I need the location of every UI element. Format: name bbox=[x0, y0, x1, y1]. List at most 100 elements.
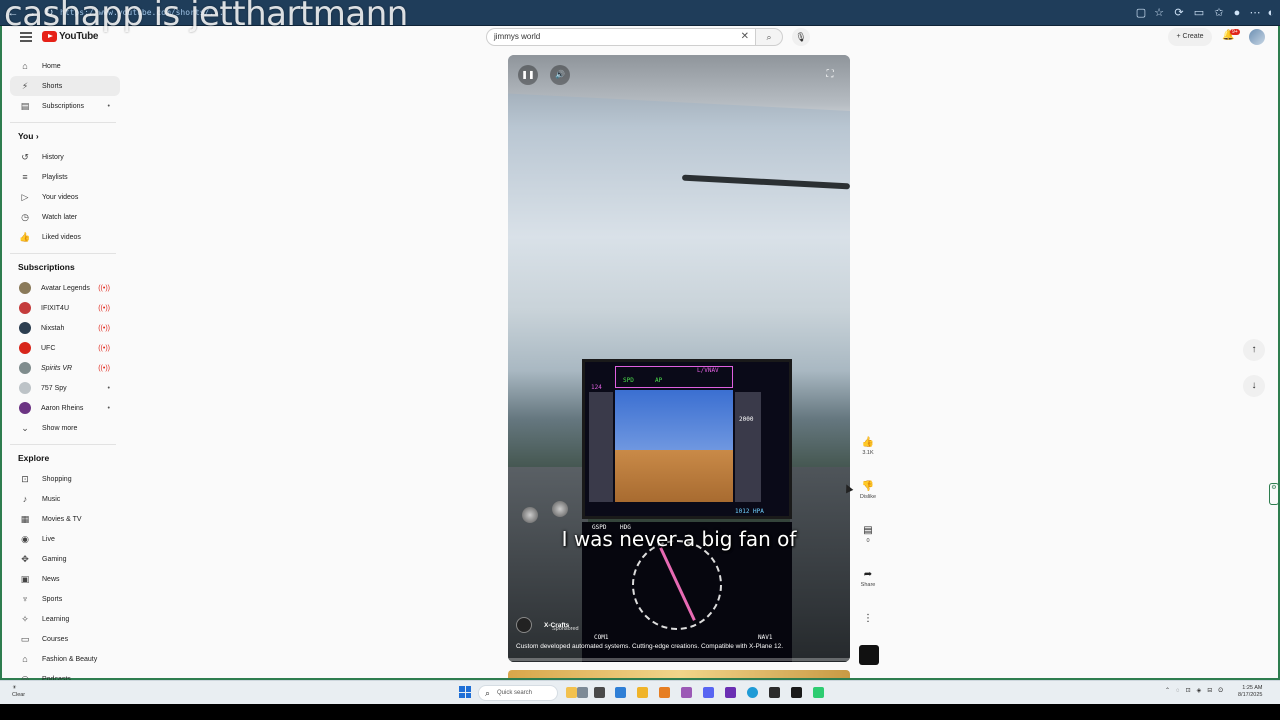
pause-icon[interactable]: ❚❚ bbox=[518, 65, 538, 85]
search-icon[interactable]: ⌕ bbox=[755, 28, 783, 46]
sidebar-item-news[interactable]: ▣ News bbox=[10, 569, 120, 589]
back-icon[interactable]: ← bbox=[6, 6, 20, 20]
more-options-button[interactable]: ⋮ bbox=[857, 612, 879, 626]
sidebar-item-music[interactable]: ♪ Music bbox=[10, 489, 120, 509]
split-icon[interactable]: ▭ bbox=[1192, 6, 1206, 20]
screen: ← → ↻ https://www.youtube.com/shorts/...… bbox=[0, 0, 1280, 720]
shorts-video-player[interactable]: L/VNAV SPD AP 124 2000 1012 HPA GSPD HDG… bbox=[508, 55, 850, 662]
arrow-down-icon: ↓ bbox=[1251, 380, 1257, 391]
weather-widget[interactable]: ☀ Clear bbox=[12, 685, 25, 699]
microphone-icon[interactable]: 🎙 bbox=[792, 28, 810, 46]
comments-count: 0 bbox=[866, 538, 870, 544]
sidebar-item-shopping[interactable]: ⊡ Shopping bbox=[10, 469, 120, 489]
sidebar-item-courses[interactable]: ▭ Courses bbox=[10, 629, 120, 649]
profile-icon[interactable]: ● bbox=[1230, 6, 1244, 20]
app-icon[interactable] bbox=[725, 687, 736, 698]
sidebar-item-fashion[interactable]: ⌂ Fashion & Beauty bbox=[10, 649, 120, 669]
channel-row[interactable]: X-Crafts Sponsored bbox=[516, 617, 579, 633]
sidebar-item-watch-later[interactable]: ◷ Watch later bbox=[10, 207, 120, 227]
sidebar-channel[interactable]: Avatar Legends ((•)) bbox=[10, 278, 120, 298]
you-section-title[interactable]: You › bbox=[18, 131, 120, 143]
widgets-icon[interactable] bbox=[566, 687, 577, 698]
edge-icon[interactable] bbox=[747, 687, 758, 698]
sidebar-item-shorts[interactable]: ⚡ Shorts bbox=[10, 76, 120, 96]
sidebar-channel[interactable]: Nixstah ((•)) bbox=[10, 318, 120, 338]
sidebar-channel[interactable]: 757 Spy • bbox=[10, 378, 120, 398]
sound-thumbnail[interactable] bbox=[859, 645, 879, 665]
like-button[interactable]: 👍 3.1K bbox=[857, 436, 879, 456]
forward-icon[interactable]: → bbox=[24, 6, 38, 20]
system-tray[interactable]: ⌃◌⊡◈⊟ʘ bbox=[1165, 687, 1229, 694]
home-icon: ⌂ bbox=[22, 61, 28, 71]
sidebar: ⌂ Home ⚡ Shorts ▤ Subscriptions • You › … bbox=[10, 56, 120, 689]
sidebar-item-history[interactable]: ↺ History bbox=[10, 147, 120, 167]
refresh-icon[interactable]: ⟳ bbox=[1172, 6, 1186, 20]
file-explorer-icon[interactable] bbox=[637, 687, 648, 698]
menu-icon[interactable] bbox=[20, 32, 32, 42]
gamepad-icon: ✥ bbox=[21, 553, 29, 564]
shorts-icon: ⚡ bbox=[21, 80, 29, 91]
volume-icon[interactable]: 🔊 bbox=[550, 65, 570, 85]
star-icon[interactable]: ☆ bbox=[1152, 6, 1166, 20]
sidebar-item-your-videos[interactable]: ▷ Your videos bbox=[10, 187, 120, 207]
extension-icon[interactable]: ▢ bbox=[1134, 6, 1148, 20]
copilot-icon[interactable]: ◐ bbox=[1264, 6, 1278, 20]
clear-icon[interactable]: ✕ bbox=[741, 31, 749, 42]
terminal-icon[interactable] bbox=[594, 687, 605, 698]
sidebar-item-gaming[interactable]: ✥ Gaming bbox=[10, 549, 120, 569]
video-caption-overlay: I was never a big fan of bbox=[561, 527, 797, 551]
more-icon[interactable]: ⋯ bbox=[1248, 6, 1262, 20]
taskbar-clock[interactable]: 1:25 AM 8/17/2025 bbox=[1238, 685, 1262, 699]
share-button[interactable]: ➦ Share bbox=[857, 568, 879, 588]
side-widget-icon[interactable]: ⚙ bbox=[1269, 483, 1279, 505]
sidebar-item-liked-videos[interactable]: 👍 Liked videos bbox=[10, 227, 120, 247]
sidebar-item-home[interactable]: ⌂ Home bbox=[10, 56, 120, 76]
live-icon: ((•)) bbox=[98, 364, 110, 372]
trophy-icon: ♆ bbox=[21, 594, 29, 604]
clock-time: 1:25 AM bbox=[1242, 685, 1263, 691]
primary-flight-display: L/VNAV SPD AP 124 2000 1012 HPA bbox=[582, 359, 792, 519]
sidebar-item-subscriptions[interactable]: ▤ Subscriptions • bbox=[10, 96, 120, 116]
store-icon[interactable] bbox=[615, 687, 626, 698]
sidebar-item-live[interactable]: ◉ Live bbox=[10, 529, 120, 549]
previous-short-button[interactable]: ↑ bbox=[1243, 339, 1265, 361]
live-icon: ◉ bbox=[21, 533, 29, 544]
app-icon[interactable] bbox=[813, 687, 824, 698]
windows-start-icon[interactable] bbox=[459, 686, 471, 698]
video-progress-bar[interactable] bbox=[508, 658, 850, 661]
discord-icon[interactable] bbox=[703, 687, 714, 698]
search-input[interactable]: jimmys world ✕ bbox=[486, 28, 756, 46]
app-icon[interactable] bbox=[681, 687, 692, 698]
sidebar-item-sports[interactable]: ♆ Sports bbox=[10, 589, 120, 609]
youtube-logo[interactable]: YouTube bbox=[42, 31, 99, 42]
sidebar-item-playlists[interactable]: ≡ Playlists bbox=[10, 167, 120, 187]
sidebar-channel[interactable]: IFIXIT4U ((•)) bbox=[10, 298, 120, 318]
taskbar-search-input[interactable]: Quick search bbox=[478, 685, 558, 701]
dislike-button[interactable]: 👎 Dislike bbox=[857, 480, 879, 500]
reload-icon[interactable]: ↻ bbox=[42, 6, 56, 20]
task-view-icon[interactable] bbox=[577, 687, 588, 698]
sidebar-channel[interactable]: Aaron Rheins • bbox=[10, 398, 120, 418]
create-button[interactable]: + Create bbox=[1168, 28, 1212, 46]
sidebar-item-learning[interactable]: ✧ Learning bbox=[10, 609, 120, 629]
favorites-icon[interactable]: ✩ bbox=[1212, 6, 1226, 20]
next-short-preview[interactable] bbox=[508, 670, 850, 678]
channel-avatar[interactable] bbox=[516, 617, 532, 633]
youtube-play-icon bbox=[42, 31, 57, 42]
pfd-ap-label: AP bbox=[655, 377, 663, 384]
address-bar[interactable]: https://www.youtube.com/shorts/... bbox=[60, 8, 224, 17]
app-icon[interactable] bbox=[769, 687, 780, 698]
avatar[interactable] bbox=[1249, 29, 1265, 45]
comments-button[interactable]: ▤ 0 bbox=[857, 524, 879, 544]
channel-avatar bbox=[19, 362, 31, 374]
sidebar-channel[interactable]: UFC ((•)) bbox=[10, 338, 120, 358]
live-icon: ((•)) bbox=[98, 284, 110, 292]
sidebar-item-movies[interactable]: ▦ Movies & TV bbox=[10, 509, 120, 529]
sidebar-channel[interactable]: Spirits VR ((•)) bbox=[10, 358, 120, 378]
fullscreen-icon[interactable]: ⛶ bbox=[820, 65, 840, 85]
app-icon[interactable] bbox=[791, 687, 802, 698]
show-more-button[interactable]: ⌄ Show more bbox=[10, 418, 120, 438]
browser-toolbar: ← → ↻ https://www.youtube.com/shorts/...… bbox=[0, 0, 1280, 26]
app-icon[interactable] bbox=[659, 687, 670, 698]
next-short-button[interactable]: ↓ bbox=[1243, 375, 1265, 397]
